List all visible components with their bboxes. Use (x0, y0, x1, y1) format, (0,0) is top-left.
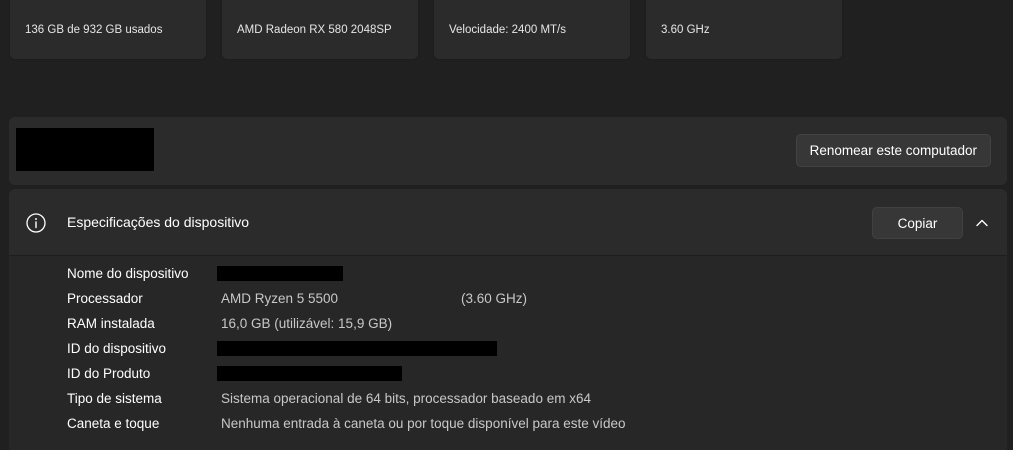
storage-card[interactable]: 136 GB de 932 GB usados (9, 0, 207, 60)
info-icon (26, 213, 46, 233)
redacted-product-id-value (217, 366, 402, 381)
spec-row-device-id: ID do dispositivo (67, 340, 987, 360)
redacted-device-name (16, 128, 154, 171)
spec-value: AMD Ryzen 5 5500 (221, 291, 339, 306)
processor-text: 3.60 GHz (661, 23, 710, 36)
spec-row-product-id: ID do Produto (67, 365, 987, 385)
spec-label: Processador (67, 291, 143, 306)
device-specifications-panel: Especificações do dispositivo Copiar Nom… (9, 189, 1007, 450)
specs-body: Nome do dispositivo Processador AMD Ryze… (9, 256, 1007, 450)
graphics-card[interactable]: AMD Radeon RX 580 2048SP (221, 0, 419, 60)
graphics-text: AMD Radeon RX 580 2048SP (237, 23, 392, 36)
rename-computer-button[interactable]: Renomear este computador (795, 134, 991, 167)
spec-label: Tipo de sistema (67, 391, 162, 406)
memory-text: Velocidade: 2400 MT/s (449, 23, 566, 36)
spec-label: Caneta e toque (67, 416, 160, 431)
spec-row-ram: RAM instalada 16,0 GB (utilizável: 15,9 … (67, 315, 987, 335)
specs-title: Especificações do dispositivo (67, 214, 250, 230)
spec-value: 16,0 GB (utilizável: 15,9 GB) (221, 316, 393, 331)
spec-row-device-name: Nome do dispositivo (67, 265, 987, 285)
copy-button[interactable]: Copiar (872, 207, 963, 239)
spec-row-system-type: Tipo de sistema Sistema operacional de 6… (67, 390, 987, 410)
spec-value: Nenhuma entrada à caneta ou por toque di… (221, 416, 626, 431)
rename-button-label: Renomear este computador (809, 143, 977, 158)
spec-label: ID do Produto (67, 366, 151, 381)
chevron-up-icon[interactable] (974, 215, 990, 231)
spec-row-processor: Processador AMD Ryzen 5 5500 (3.60 GHz) (67, 290, 987, 310)
specs-header[interactable]: Especificações do dispositivo Copiar (9, 189, 1007, 256)
storage-text: 136 GB de 932 GB usados (25, 23, 163, 36)
spec-value-frequency: (3.60 GHz) (461, 291, 528, 306)
processor-card[interactable]: 3.60 GHz (645, 0, 843, 60)
memory-card[interactable]: Velocidade: 2400 MT/s (433, 0, 631, 60)
spec-row-pen-touch: Caneta e toque Nenhuma entrada à caneta … (67, 415, 987, 435)
copy-button-label: Copiar (897, 215, 938, 231)
redacted-device-id-value (217, 341, 497, 356)
system-about-page: 136 GB de 932 GB usados AMD Radeon RX 58… (0, 0, 1013, 450)
spec-value: Sistema operacional de 64 bits, processa… (221, 391, 591, 406)
spec-label: Nome do dispositivo (67, 266, 189, 281)
spec-label: RAM instalada (67, 316, 155, 331)
spec-label: ID do dispositivo (67, 341, 167, 356)
redacted-device-name-value (217, 266, 343, 281)
device-name-bar: Renomear este computador (9, 117, 1007, 185)
